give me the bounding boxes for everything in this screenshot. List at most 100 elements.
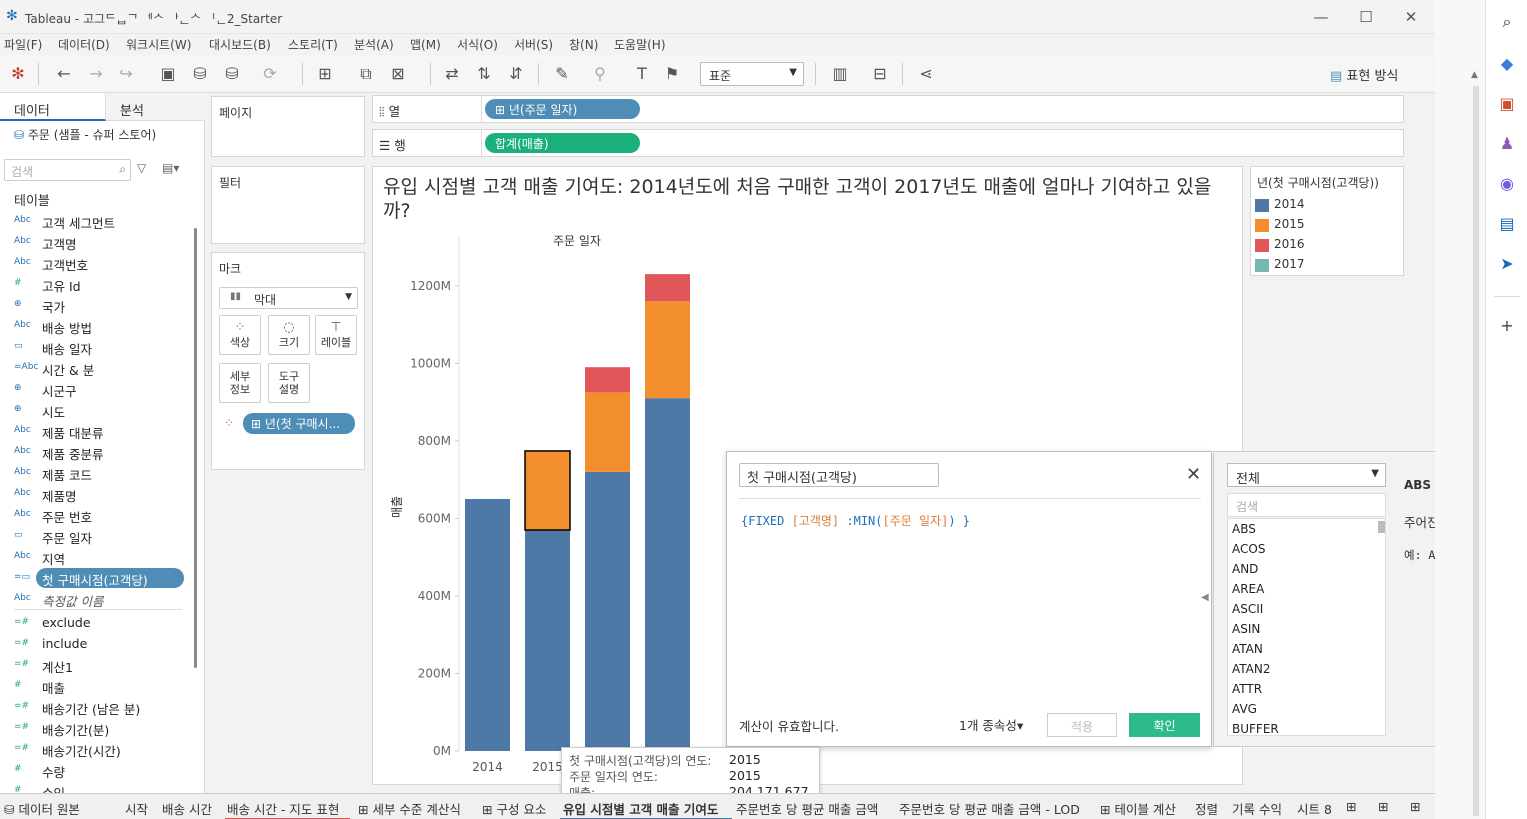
tab-analysis[interactable]: 분석 ‹ bbox=[106, 93, 205, 121]
new-worksheet-icon[interactable]: ⊞ bbox=[1346, 799, 1356, 814]
apply-button[interactable]: 적용 bbox=[1047, 713, 1117, 737]
replay-icon[interactable]: ↪ bbox=[116, 64, 136, 84]
detail-button[interactable]: 세부 정보 bbox=[219, 363, 261, 403]
columns-pill[interactable]: ⊞ 년(주문 일자) bbox=[485, 99, 640, 119]
highlight-icon[interactable]: ✎ bbox=[552, 64, 572, 84]
field-item[interactable]: Abc 주문 번호 bbox=[0, 505, 190, 526]
field-item[interactable]: Abc 고객명 bbox=[0, 232, 190, 253]
show-me-button[interactable]: ▤ 표현 방식 bbox=[1330, 65, 1398, 84]
menu-analysis[interactable]: 분석(A) bbox=[354, 36, 394, 53]
background-scrollbar[interactable] bbox=[1473, 86, 1479, 816]
field-item[interactable]: =# 배송기간 (남은 분) bbox=[0, 697, 190, 718]
filter-icon[interactable]: ▽ bbox=[137, 161, 146, 175]
function-item[interactable]: ABS bbox=[1232, 522, 1256, 536]
pause-updates-icon[interactable]: ⛁ bbox=[222, 64, 242, 84]
field-item[interactable]: # 매출 bbox=[0, 676, 190, 697]
menu-dashboard[interactable]: 대시보드(B) bbox=[209, 36, 271, 53]
group-icon[interactable]: ⚲ bbox=[590, 64, 610, 84]
label-button[interactable]: ⊤ 레이블 bbox=[315, 315, 357, 355]
field-item[interactable]: Abc 고객번호 bbox=[0, 253, 190, 274]
menu-data[interactable]: 데이터(D) bbox=[58, 36, 110, 53]
field-item[interactable]: ⊕ 국가 bbox=[0, 295, 190, 316]
close-icon[interactable]: ✕ bbox=[1186, 464, 1201, 485]
toolbox-icon[interactable]: ▣ bbox=[1497, 94, 1517, 114]
field-item[interactable]: # 수량 bbox=[0, 760, 190, 781]
collapse-functions-icon[interactable]: ◀ bbox=[1201, 592, 1209, 603]
view-options-icon[interactable]: ▤▾ bbox=[162, 161, 179, 175]
tab-avg-order-sales-lod[interactable]: 주문번호 당 평균 매출 금액 - LOD bbox=[899, 799, 1080, 818]
field-search-input[interactable]: 검색 ⌕ bbox=[4, 159, 131, 181]
field-item[interactable]: =# exclude bbox=[0, 613, 190, 634]
bar-segment[interactable] bbox=[645, 398, 690, 751]
menu-help[interactable]: 도움말(H) bbox=[614, 36, 666, 53]
close-window-icon[interactable]: ✕ bbox=[1400, 6, 1422, 28]
field-item[interactable]: =# include bbox=[0, 634, 190, 655]
field-item[interactable]: =# 배송기간(시간) bbox=[0, 739, 190, 760]
color-button[interactable]: ⁘ 색상 bbox=[219, 315, 261, 355]
bar-segment[interactable] bbox=[524, 450, 571, 531]
scroll-up-icon[interactable]: ▲ bbox=[1471, 70, 1478, 80]
menu-map[interactable]: 맵(M) bbox=[410, 36, 441, 53]
ok-button[interactable]: 확인 bbox=[1129, 713, 1200, 737]
menu-window[interactable]: 창(N) bbox=[569, 36, 598, 53]
presentation-icon[interactable]: ⊟ bbox=[870, 64, 890, 84]
field-item[interactable]: Abc 지역 bbox=[0, 547, 190, 568]
pages-card[interactable]: 페이지 bbox=[211, 96, 365, 157]
function-search-input[interactable]: 검색 bbox=[1227, 493, 1386, 517]
function-item[interactable]: ACOS bbox=[1232, 542, 1265, 556]
bar-segment[interactable] bbox=[465, 499, 510, 751]
bar-segment[interactable] bbox=[585, 392, 630, 472]
rows-pill[interactable]: 합계(매출) bbox=[485, 133, 640, 153]
tab-active-sheet[interactable]: 유입 시점별 고객 매출 기여도 bbox=[563, 799, 718, 818]
cards-icon[interactable]: ▥ bbox=[830, 64, 850, 84]
tab-components[interactable]: ⊞ 구성 요소 bbox=[482, 799, 546, 818]
function-item[interactable]: BUFFER bbox=[1232, 722, 1279, 735]
function-item[interactable]: AND bbox=[1232, 562, 1258, 576]
bar-segment[interactable] bbox=[525, 530, 570, 751]
tab-lod-calc[interactable]: ⊞ 세부 수준 계산식 bbox=[358, 799, 461, 818]
field-item[interactable]: ⊕ 시군구 bbox=[0, 379, 190, 400]
add-icon[interactable]: + bbox=[1497, 316, 1517, 336]
copilot-icon[interactable]: ◉ bbox=[1497, 174, 1517, 194]
function-category-select[interactable]: 전체 ▼ bbox=[1227, 463, 1386, 487]
tooltip-button[interactable]: 도구 설명 bbox=[268, 363, 310, 403]
sort-ascending-icon[interactable]: ⇅ bbox=[474, 64, 494, 84]
field-item[interactable]: Abc 제품 중분류 bbox=[0, 442, 190, 463]
filters-card[interactable]: 필터 bbox=[211, 166, 365, 244]
bar-segment[interactable] bbox=[585, 471, 630, 751]
new-story-icon[interactable]: ⊞ bbox=[1410, 799, 1420, 814]
function-item[interactable]: AREA bbox=[1232, 582, 1264, 596]
swap-icon[interactable]: ⇄ bbox=[442, 64, 462, 84]
field-item[interactable]: Abc 측정값 이름 bbox=[0, 589, 190, 610]
size-button[interactable]: ◌ 크기 bbox=[268, 315, 310, 355]
rows-shelf[interactable]: ☰ 행 합계(매출) bbox=[372, 129, 1404, 157]
undo-icon[interactable]: ← bbox=[54, 64, 74, 84]
field-item[interactable]: =▭ 첫 구매시점(고객당) bbox=[0, 568, 190, 589]
mark-type-select[interactable]: ▮▮ 막대 ▼ bbox=[219, 287, 358, 309]
tab-avg-order-sales[interactable]: 주문번호 당 평균 매출 금액 bbox=[736, 799, 878, 818]
tab-data[interactable]: 데이터 bbox=[0, 93, 106, 121]
show-labels-icon[interactable]: T bbox=[632, 64, 652, 84]
tab-profit[interactable]: 기록 수익 bbox=[1232, 799, 1282, 818]
tag-icon[interactable]: ◆ bbox=[1497, 54, 1517, 74]
tab-datasource[interactable]: ⛁ 데이터 원본 bbox=[4, 799, 80, 818]
sort-descending-icon[interactable]: ⇵ bbox=[506, 64, 526, 84]
calc-name-input[interactable]: 첫 구매시점(고객당) bbox=[739, 463, 939, 487]
field-item[interactable]: Abc 고객 세그먼트 bbox=[0, 211, 190, 232]
tab-sort[interactable]: 정렬 bbox=[1195, 799, 1218, 818]
send-icon[interactable]: ➤ bbox=[1497, 254, 1517, 274]
field-item[interactable]: Abc 제품명 bbox=[0, 484, 190, 505]
menu-server[interactable]: 서버(S) bbox=[514, 36, 553, 53]
dependencies-dropdown[interactable]: 1개 종속성▾ bbox=[959, 715, 1023, 734]
field-item[interactable]: ▭ 배송 일자 bbox=[0, 337, 190, 358]
function-item[interactable]: ASIN bbox=[1232, 622, 1260, 636]
datasource-item[interactable]: ⛁ 주문 (샘플 - 슈퍼 스토어) bbox=[14, 126, 156, 143]
field-item[interactable]: =Abc 시간 & 분 bbox=[0, 358, 190, 379]
collapse-pane-icon[interactable]: ‹ bbox=[120, 100, 197, 115]
pin-icon[interactable]: ⚑ bbox=[662, 64, 682, 84]
columns-shelf[interactable]: ⦙⦙ 열 ⊞ 년(주문 일자) bbox=[372, 95, 1404, 123]
menu-worksheet[interactable]: 워크시트(W) bbox=[126, 36, 191, 53]
menu-story[interactable]: 스토리(T) bbox=[288, 36, 338, 53]
function-item[interactable]: ASCII bbox=[1232, 602, 1263, 616]
formula-editor[interactable]: {FIXED [고객명] :MIN([주문 일자]) } bbox=[741, 512, 970, 529]
